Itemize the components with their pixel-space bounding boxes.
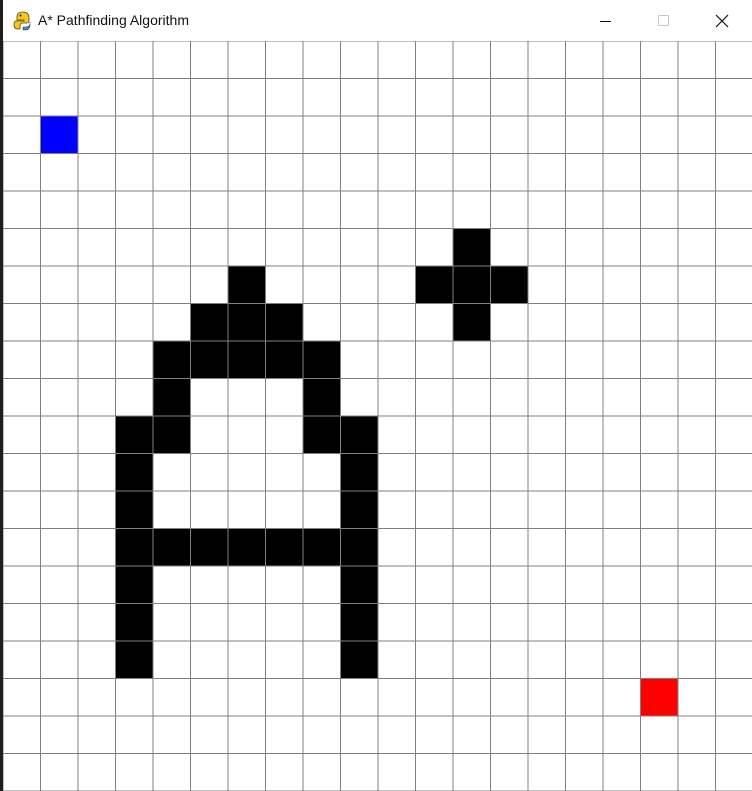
barrier-cell[interactable] bbox=[115, 566, 154, 604]
barrier-cell[interactable] bbox=[153, 378, 191, 417]
title-bar[interactable]: A* Pathfinding Algorithm bbox=[3, 0, 752, 41]
barrier-cell[interactable] bbox=[415, 266, 454, 304]
barrier-cell[interactable] bbox=[190, 528, 229, 567]
barrier-cell[interactable] bbox=[265, 341, 304, 379]
barrier-cell[interactable] bbox=[115, 641, 154, 679]
barrier-cell[interactable] bbox=[453, 266, 491, 304]
barrier-cell[interactable] bbox=[340, 416, 379, 454]
barrier-cell[interactable] bbox=[340, 641, 379, 679]
barrier-cell[interactable] bbox=[228, 303, 266, 342]
barrier-cell[interactable] bbox=[228, 266, 266, 304]
barrier-cell[interactable] bbox=[153, 341, 191, 379]
maximize-button[interactable] bbox=[635, 0, 693, 41]
barrier-cell[interactable] bbox=[153, 416, 191, 454]
minimize-button[interactable] bbox=[577, 0, 635, 41]
barrier-cell[interactable] bbox=[265, 528, 304, 567]
pathfinding-grid[interactable] bbox=[3, 41, 752, 791]
barrier-cell[interactable] bbox=[303, 378, 341, 417]
barrier-cell[interactable] bbox=[115, 603, 154, 642]
barrier-cell[interactable] bbox=[340, 603, 379, 642]
barrier-cell[interactable] bbox=[115, 416, 154, 454]
barrier-cell[interactable] bbox=[190, 341, 229, 379]
barrier-cell[interactable] bbox=[340, 491, 379, 529]
grid-canvas[interactable] bbox=[3, 41, 752, 791]
python-snake-icon bbox=[13, 11, 31, 31]
maximize-icon bbox=[658, 14, 669, 26]
start-node[interactable] bbox=[40, 116, 79, 154]
barrier-cell[interactable] bbox=[153, 528, 191, 567]
barrier-cell[interactable] bbox=[228, 528, 266, 567]
minimize-icon bbox=[600, 20, 611, 22]
barrier-cell[interactable] bbox=[115, 491, 154, 529]
window-title: A* Pathfinding Algorithm bbox=[38, 12, 189, 28]
barrier-cell[interactable] bbox=[340, 453, 379, 492]
barrier-cell[interactable] bbox=[340, 528, 379, 567]
barrier-cell[interactable] bbox=[265, 303, 304, 342]
barrier-cell[interactable] bbox=[303, 416, 341, 454]
barrier-cell[interactable] bbox=[115, 528, 154, 567]
barrier-cell[interactable] bbox=[340, 566, 379, 604]
end-node[interactable] bbox=[640, 678, 679, 717]
barrier-cell[interactable] bbox=[115, 453, 154, 492]
barrier-cell[interactable] bbox=[190, 303, 229, 342]
barrier-cell[interactable] bbox=[453, 228, 491, 267]
barrier-cell[interactable] bbox=[303, 528, 341, 567]
close-button[interactable] bbox=[693, 0, 751, 41]
barrier-cell[interactable] bbox=[453, 303, 491, 342]
barrier-cell[interactable] bbox=[228, 341, 266, 379]
barrier-cell[interactable] bbox=[303, 341, 341, 379]
close-icon bbox=[715, 14, 729, 27]
barrier-cell[interactable] bbox=[490, 266, 529, 304]
